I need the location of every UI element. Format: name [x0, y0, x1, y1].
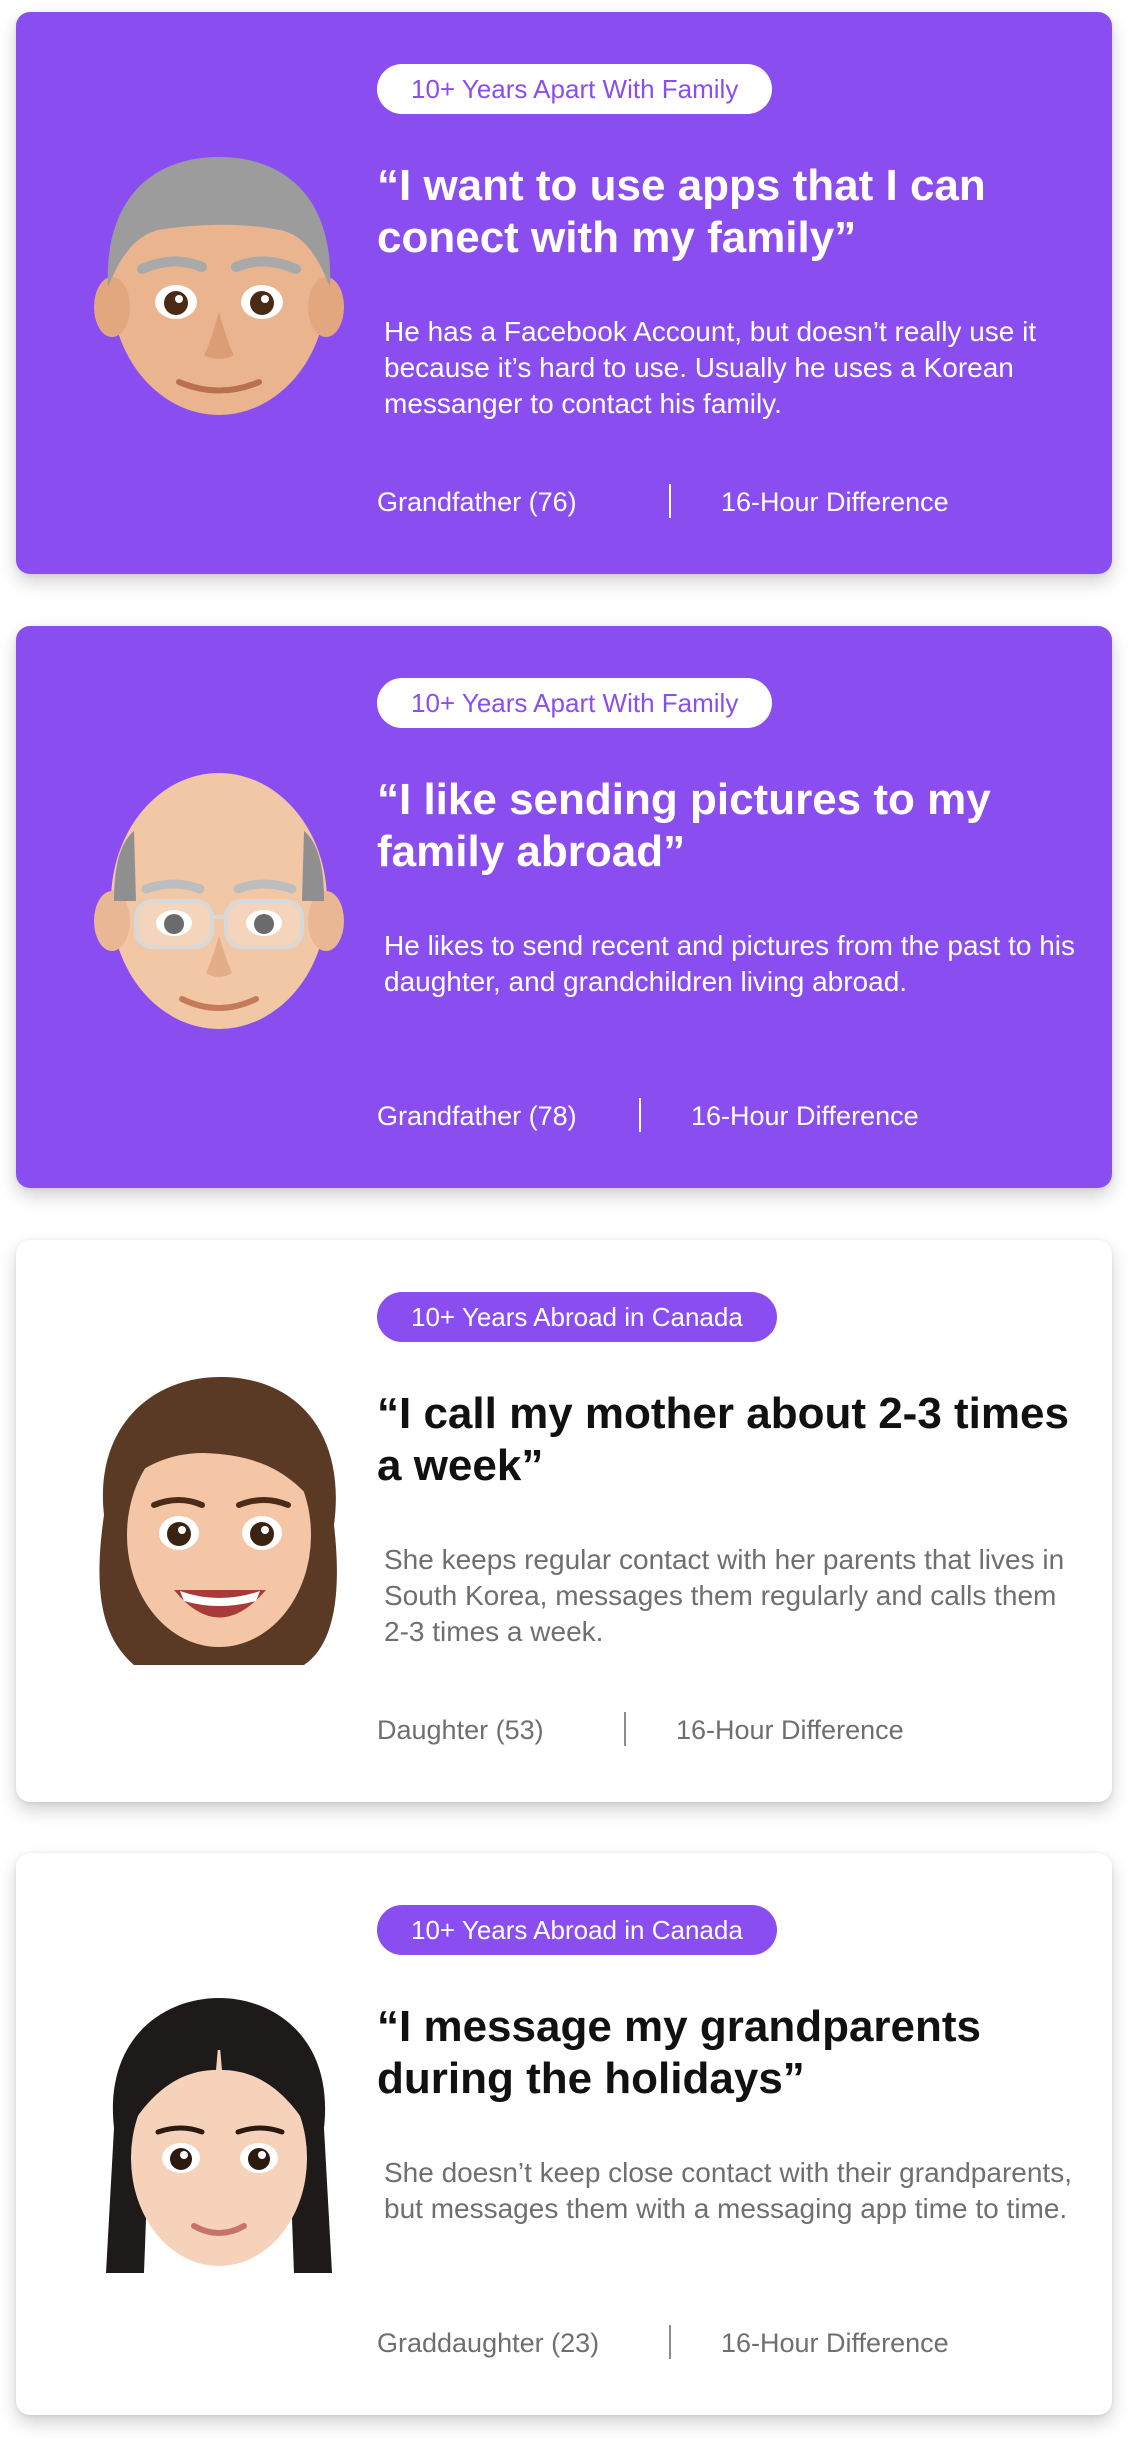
meta-divider: [669, 484, 671, 518]
time-difference: 16-Hour Difference: [676, 1715, 904, 1745]
persona-description: He has a Facebook Account, but doesn’t r…: [384, 316, 1037, 419]
persona-quote: “I call my mother about 2-3 times a week…: [377, 1389, 1069, 1490]
persona-role: Graddaughter (23): [377, 2328, 600, 2358]
persona-description: She keeps regular contact with her paren…: [384, 1544, 1065, 1647]
bald-grandfather-memoji-icon: [84, 751, 354, 1061]
persona-quote: “I message my grandparents during the ho…: [377, 2002, 982, 2103]
time-difference: 16-Hour Difference: [691, 1101, 919, 1131]
time-difference: 16-Hour Difference: [721, 2328, 949, 2358]
persona-card-grandfather-76: 10+ Years Apart With Family “I want to u…: [16, 12, 1112, 574]
tag-badge: 10+ Years Abroad in Canada: [377, 1905, 777, 1955]
tag-badge: 10+ Years Apart With Family: [377, 678, 773, 728]
meta-divider: [669, 2325, 671, 2359]
persona-card-grandfather-78: 10+ Years Apart With Family “I like send…: [16, 626, 1112, 1188]
persona-role: Grandfather (78): [377, 1101, 577, 1131]
granddaughter-memoji-icon: [84, 1978, 354, 2288]
persona-card-daughter-53: 10+ Years Abroad in Canada “I call my mo…: [16, 1240, 1112, 1802]
time-difference: 16-Hour Difference: [721, 487, 949, 517]
persona-description: She doesn’t keep close contact with thei…: [384, 2157, 1072, 2224]
grandfather-memoji-icon: [84, 137, 354, 447]
meta-divider: [639, 1098, 641, 1132]
persona-role: Grandfather (76): [377, 487, 577, 517]
persona-role: Daughter (53): [377, 1715, 544, 1745]
meta-divider: [624, 1712, 626, 1746]
tag-badge: 10+ Years Apart With Family: [377, 64, 773, 114]
persona-quote: “I like sending pictures to my family ab…: [377, 775, 991, 876]
persona-quote: “I want to use apps that I can conect wi…: [377, 161, 986, 262]
tag-badge: 10+ Years Abroad in Canada: [377, 1292, 777, 1342]
persona-card-granddaughter-23: 10+ Years Abroad in Canada “I message my…: [16, 1853, 1112, 2415]
persona-description: He likes to send recent and pictures fro…: [384, 930, 1076, 997]
daughter-memoji-icon: [84, 1365, 354, 1675]
